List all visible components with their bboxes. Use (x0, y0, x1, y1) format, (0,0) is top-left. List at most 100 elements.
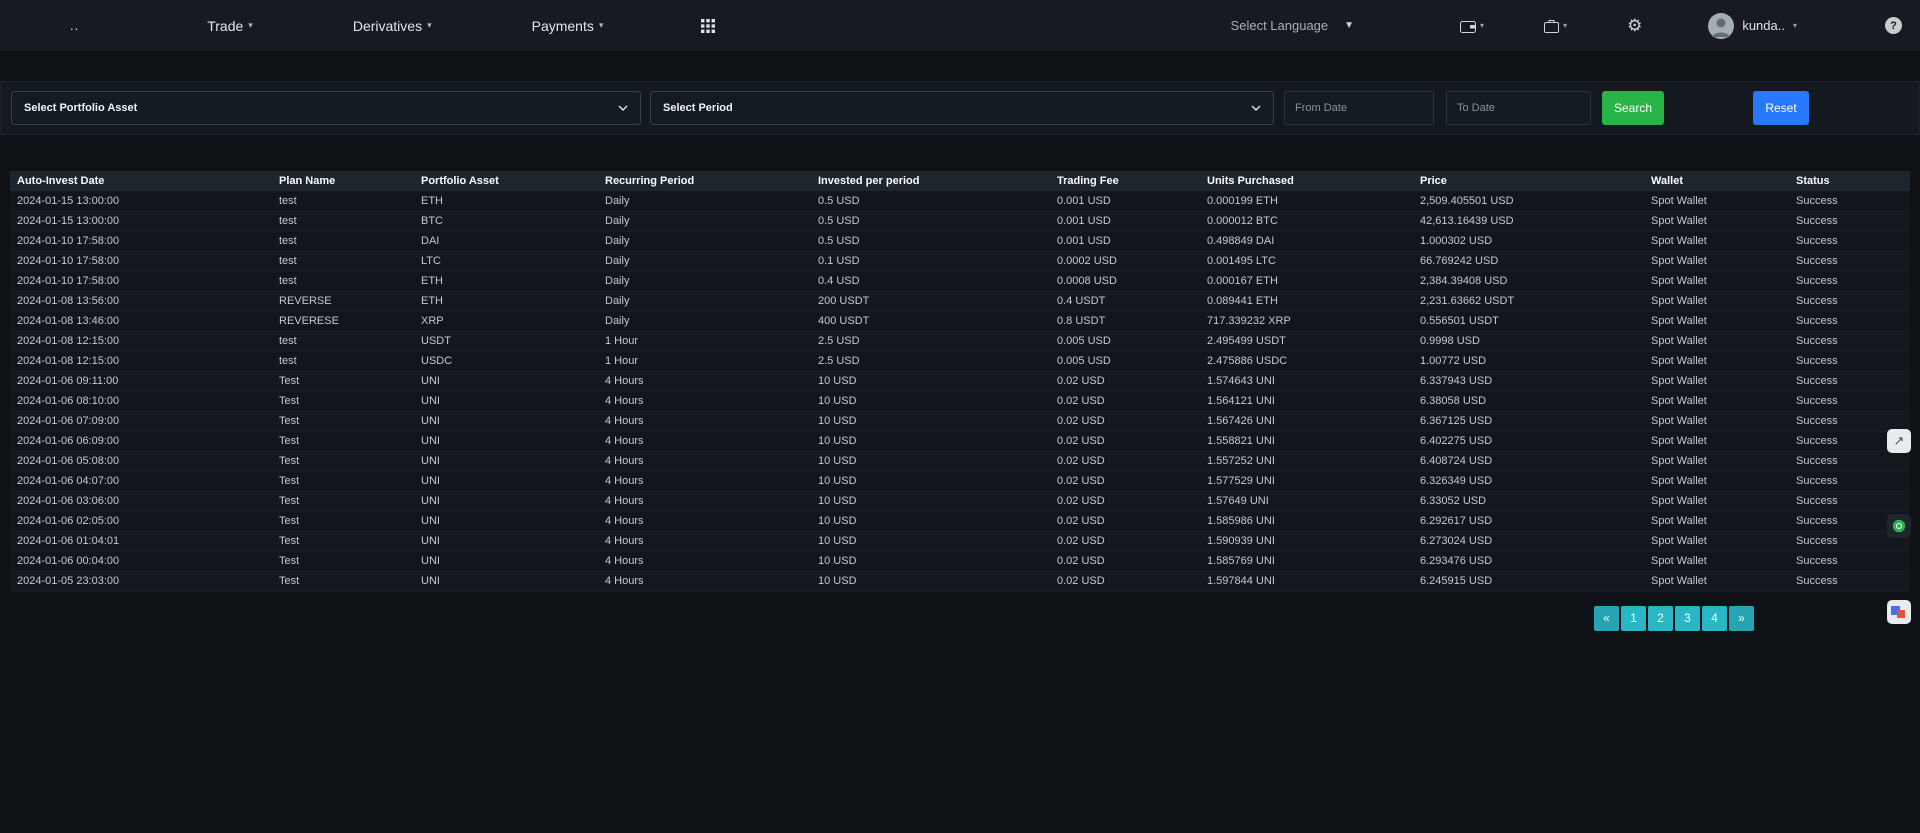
table-cell: Spot Wallet (1644, 471, 1789, 491)
table-cell: 4 Hours (598, 531, 811, 551)
wallet-menu[interactable]: ▾ (1460, 19, 1484, 33)
table-cell: Spot Wallet (1644, 351, 1789, 371)
table-row[interactable]: 2024-01-06 02:05:00TestUNI4 Hours10 USD0… (10, 511, 1910, 531)
language-caret-icon[interactable]: ▼ (1344, 20, 1354, 31)
table-cell: UNI (414, 491, 598, 511)
table-cell: 2,509.405501 USD (1413, 191, 1644, 211)
table-cell: UNI (414, 431, 598, 451)
table-cell: Spot Wallet (1644, 571, 1789, 591)
table-row[interactable]: 2024-01-08 13:56:00REVERSEETHDaily200 US… (10, 291, 1910, 311)
table-row[interactable]: 2024-01-08 12:15:00testUSDT1 Hour2.5 USD… (10, 331, 1910, 351)
table-row[interactable]: 2024-01-06 01:04:01TestUNI4 Hours10 USD0… (10, 531, 1910, 551)
user-menu[interactable]: kunda.. ▾ (1708, 13, 1797, 39)
table-cell: Daily (598, 251, 811, 271)
portfolio-asset-select[interactable]: Select Portfolio Asset (11, 91, 641, 125)
table-cell: 2024-01-06 08:10:00 (10, 391, 272, 411)
table-row[interactable]: 2024-01-10 17:58:00testLTCDaily0.1 USD0.… (10, 251, 1910, 271)
table-row[interactable]: 2024-01-15 13:00:00testETHDaily0.5 USD0.… (10, 191, 1910, 211)
nav-menu-payments[interactable]: Payments▾ (532, 18, 604, 34)
pagination-page-2[interactable]: 2 (1648, 606, 1673, 631)
table-cell: 1.585769 UNI (1200, 551, 1413, 571)
table-cell: 4 Hours (598, 511, 811, 531)
column-header[interactable]: Portfolio Asset (414, 171, 598, 191)
logo[interactable]: .. (70, 18, 79, 33)
table-row[interactable]: 2024-01-06 00:04:00TestUNI4 Hours10 USD0… (10, 551, 1910, 571)
table-cell: Success (1789, 211, 1910, 231)
table-row[interactable]: 2024-01-10 17:58:00testDAIDaily0.5 USD0.… (10, 231, 1910, 251)
whatsapp-widget-icon[interactable] (1887, 514, 1911, 538)
table-row[interactable]: 2024-01-06 09:11:00TestUNI4 Hours10 USD0… (10, 371, 1910, 391)
table-cell: 10 USD (811, 371, 1050, 391)
table-cell: DAI (414, 231, 598, 251)
table-row[interactable]: 2024-01-05 23:03:00TestUNI4 Hours10 USD0… (10, 571, 1910, 591)
table-cell: 2024-01-06 06:09:00 (10, 431, 272, 451)
reset-button[interactable]: Reset (1753, 91, 1809, 125)
table-cell: 0.001 USD (1050, 231, 1200, 251)
table-cell: 2024-01-06 00:04:00 (10, 551, 272, 571)
pagination-prev[interactable]: « (1594, 606, 1619, 631)
table-cell: Success (1789, 351, 1910, 371)
table-row[interactable]: 2024-01-06 07:09:00TestUNI4 Hours10 USD0… (10, 411, 1910, 431)
pagination-page-1[interactable]: 1 (1621, 606, 1646, 631)
table-row[interactable]: 2024-01-06 03:06:00TestUNI4 Hours10 USD0… (10, 491, 1910, 511)
table-cell: 4 Hours (598, 431, 811, 451)
navbar-right: Select Language ▼ ▾ ▾ ⚙ (1231, 13, 1902, 39)
table-cell: 0.001 USD (1050, 211, 1200, 231)
table-cell: Test (272, 391, 414, 411)
column-header[interactable]: Price (1413, 171, 1644, 191)
table-cell: 4 Hours (598, 491, 811, 511)
help-icon[interactable]: ? (1885, 17, 1902, 34)
pagination-page-3[interactable]: 3 (1675, 606, 1700, 631)
caret-down-icon: ▾ (1480, 21, 1484, 30)
table-row[interactable]: 2024-01-10 17:58:00testETHDaily0.4 USD0.… (10, 271, 1910, 291)
table-cell: UNI (414, 551, 598, 571)
table-cell: 66.769242 USD (1413, 251, 1644, 271)
language-selector[interactable]: Select Language (1231, 18, 1329, 33)
column-header[interactable]: Plan Name (272, 171, 414, 191)
table-cell: 6.326349 USD (1413, 471, 1644, 491)
table-cell: 6.293476 USD (1413, 551, 1644, 571)
table-cell: 4 Hours (598, 451, 811, 471)
table-cell: Spot Wallet (1644, 491, 1789, 511)
table-cell: Test (272, 431, 414, 451)
table-cell: 2024-01-08 13:46:00 (10, 311, 272, 331)
column-header[interactable]: Invested per period (811, 171, 1050, 191)
table-row[interactable]: 2024-01-06 06:09:00TestUNI4 Hours10 USD0… (10, 431, 1910, 451)
table-row[interactable]: 2024-01-06 04:07:00TestUNI4 Hours10 USD0… (10, 471, 1910, 491)
search-button[interactable]: Search (1602, 91, 1664, 125)
column-header[interactable]: Status (1789, 171, 1910, 191)
table-cell: Test (272, 531, 414, 551)
apps-grid-icon[interactable] (701, 19, 715, 33)
table-cell: Daily (598, 191, 811, 211)
column-header[interactable]: Recurring Period (598, 171, 811, 191)
table-row[interactable]: 2024-01-08 13:46:00REVERESEXRPDaily400 U… (10, 311, 1910, 331)
pagination: «1234» (0, 606, 1754, 631)
nav-menu-derivatives[interactable]: Derivatives▾ (353, 18, 432, 34)
table-row[interactable]: 2024-01-06 05:08:00TestUNI4 Hours10 USD0… (10, 451, 1910, 471)
table-cell: Success (1789, 231, 1910, 251)
filter-bar: Select Portfolio Asset Select Period Sea… (0, 81, 1920, 135)
from-date-input[interactable] (1284, 91, 1434, 125)
table-cell: 2024-01-06 05:08:00 (10, 451, 272, 471)
to-date-input[interactable] (1446, 91, 1591, 125)
period-select[interactable]: Select Period (650, 91, 1274, 125)
pagination-page-4[interactable]: 4 (1702, 606, 1727, 631)
gear-icon[interactable]: ⚙ (1627, 16, 1642, 36)
nav-menu-label: Payments (532, 18, 594, 34)
chat-widget-icon[interactable]: ↗ (1887, 429, 1911, 453)
column-header[interactable]: Trading Fee (1050, 171, 1200, 191)
table-cell: UNI (414, 391, 598, 411)
messenger-widget-icon[interactable] (1887, 600, 1911, 624)
table-cell: Daily (598, 231, 811, 251)
column-header[interactable]: Units Purchased (1200, 171, 1413, 191)
pagination-next[interactable]: » (1729, 606, 1754, 631)
orders-menu[interactable]: ▾ (1544, 19, 1567, 33)
column-header[interactable]: Auto-Invest Date (10, 171, 272, 191)
column-header[interactable]: Wallet (1644, 171, 1789, 191)
nav-menu-trade[interactable]: Trade▾ (207, 18, 253, 34)
table-row[interactable]: 2024-01-08 12:15:00testUSDC1 Hour2.5 USD… (10, 351, 1910, 371)
table-row[interactable]: 2024-01-15 13:00:00testBTCDaily0.5 USD0.… (10, 211, 1910, 231)
table-row[interactable]: 2024-01-06 08:10:00TestUNI4 Hours10 USD0… (10, 391, 1910, 411)
user-name: kunda.. (1742, 18, 1785, 33)
table-cell: 0.02 USD (1050, 571, 1200, 591)
